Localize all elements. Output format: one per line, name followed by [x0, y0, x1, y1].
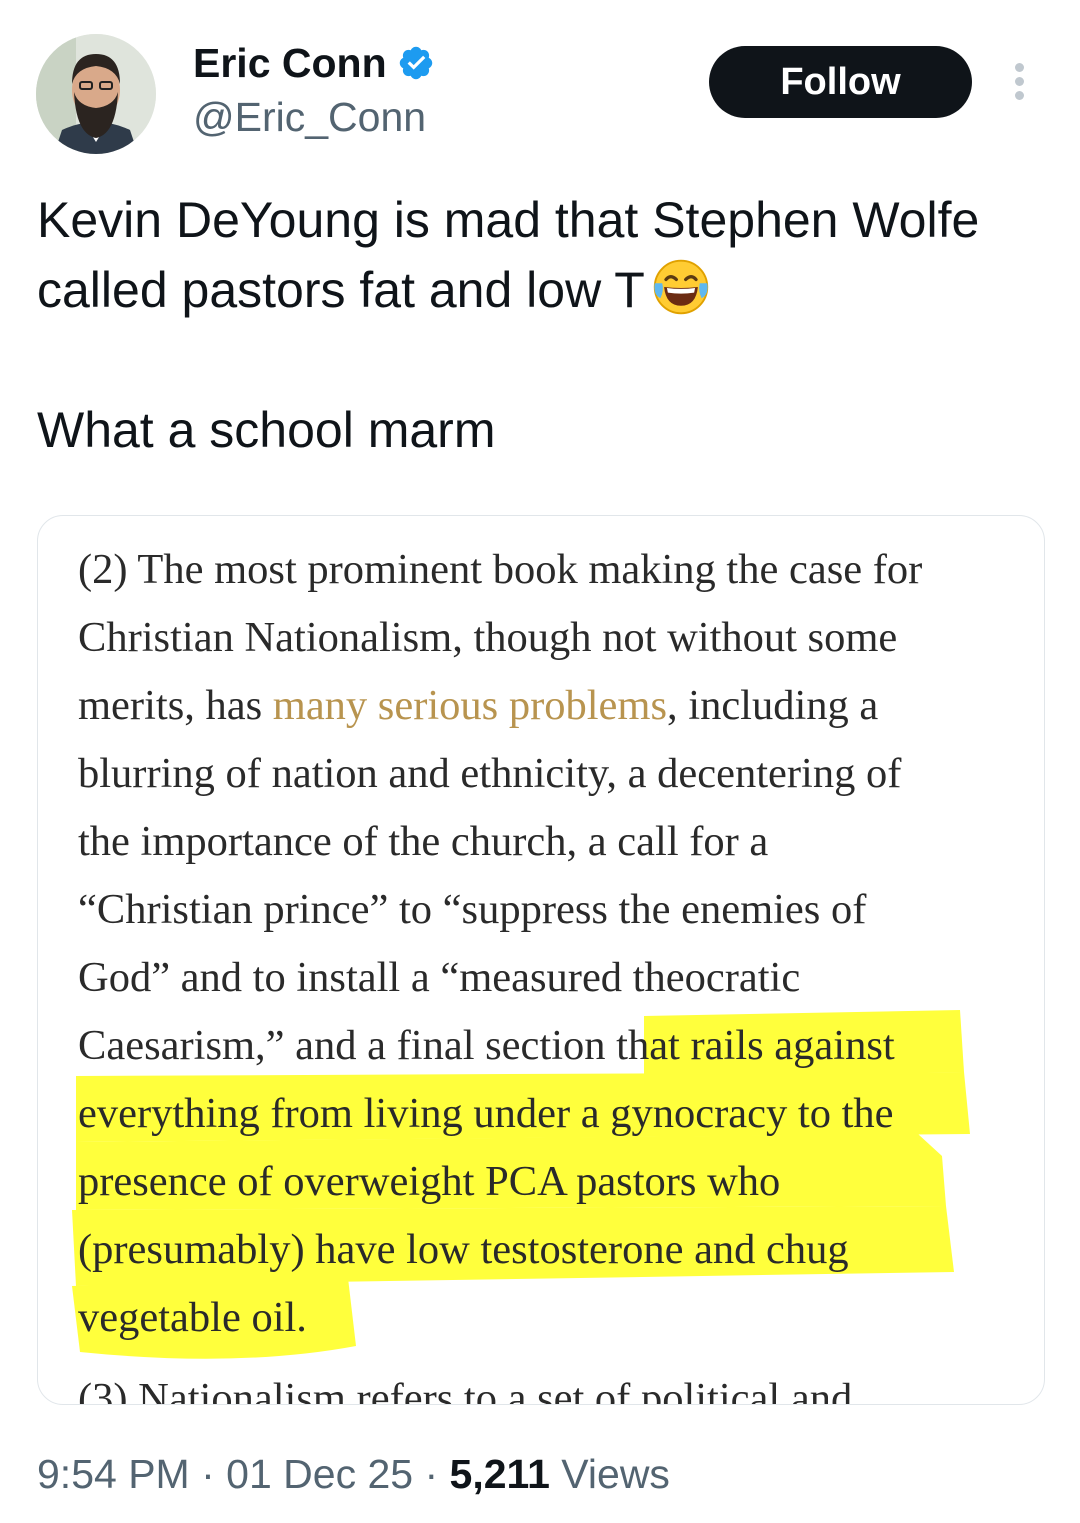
excerpt-line: everything from living under a gynocracy…: [78, 1090, 894, 1137]
meta-separator: ·: [424, 1451, 439, 1497]
excerpt-line: vegetable oil.: [78, 1294, 307, 1341]
tweet-meta: 9:54 PM · 01 Dec 25 · 5,211 Views: [37, 1448, 670, 1500]
excerpt-line: (2) The most prominent book making the c…: [78, 546, 923, 593]
excerpt-link[interactable]: many serious problems: [273, 682, 667, 729]
excerpt-line: God” and to install a “measured theocrat…: [78, 954, 801, 1001]
excerpt-line: Caesarism,” and a final section that rai…: [78, 1022, 895, 1069]
verified-badge-icon: [399, 46, 432, 80]
excerpt-text: , including a: [667, 682, 879, 729]
views-count: 5,211: [449, 1451, 550, 1497]
tweet-text: Kevin DeYoung is mad that Stephen Wolfe …: [37, 185, 1047, 465]
excerpt-line: “Christian prince” to “suppress the enem…: [78, 886, 867, 933]
excerpt-line: merits, has many serious problems, inclu…: [78, 672, 1023, 740]
author-name-row[interactable]: Eric Conn: [193, 38, 435, 88]
avatar-photo: [36, 34, 156, 154]
author-avatar[interactable]: [36, 34, 156, 154]
excerpt-line: presence of overweight PCA pastors who: [78, 1158, 781, 1205]
tweet-time[interactable]: 9:54 PM: [37, 1451, 190, 1497]
author-name[interactable]: Eric Conn: [193, 38, 387, 88]
tweet-line-1: Kevin DeYoung is mad that Stephen Wolfe …: [37, 192, 980, 318]
more-options-icon[interactable]: [1004, 60, 1036, 104]
author-handle[interactable]: @Eric_Conn: [193, 92, 426, 142]
attached-image[interactable]: (2) The most prominent book making the c…: [37, 515, 1045, 1405]
laughing-crying-emoji-icon: [653, 259, 708, 315]
excerpt-text: merits, has: [78, 682, 273, 729]
tweet-line-2: What a school marm: [37, 402, 496, 458]
excerpt-line: the importance of the church, a call for…: [78, 818, 769, 865]
excerpt-cut-off-line: (3) Nationalism refers to a set of polit…: [78, 1375, 853, 1405]
follow-button[interactable]: Follow: [709, 46, 972, 118]
excerpt-line: Christian Nationalism, though not withou…: [78, 614, 898, 661]
excerpt-line: (presumably) have low testosterone and c…: [78, 1226, 849, 1273]
book-excerpt: (2) The most prominent book making the c…: [78, 536, 1023, 1352]
meta-separator: ·: [201, 1451, 215, 1497]
views-label: Views: [561, 1451, 670, 1497]
tweet-date[interactable]: 01 Dec 25: [226, 1451, 413, 1497]
excerpt-line: blurring of nation and ethnicity, a dece…: [78, 750, 902, 797]
